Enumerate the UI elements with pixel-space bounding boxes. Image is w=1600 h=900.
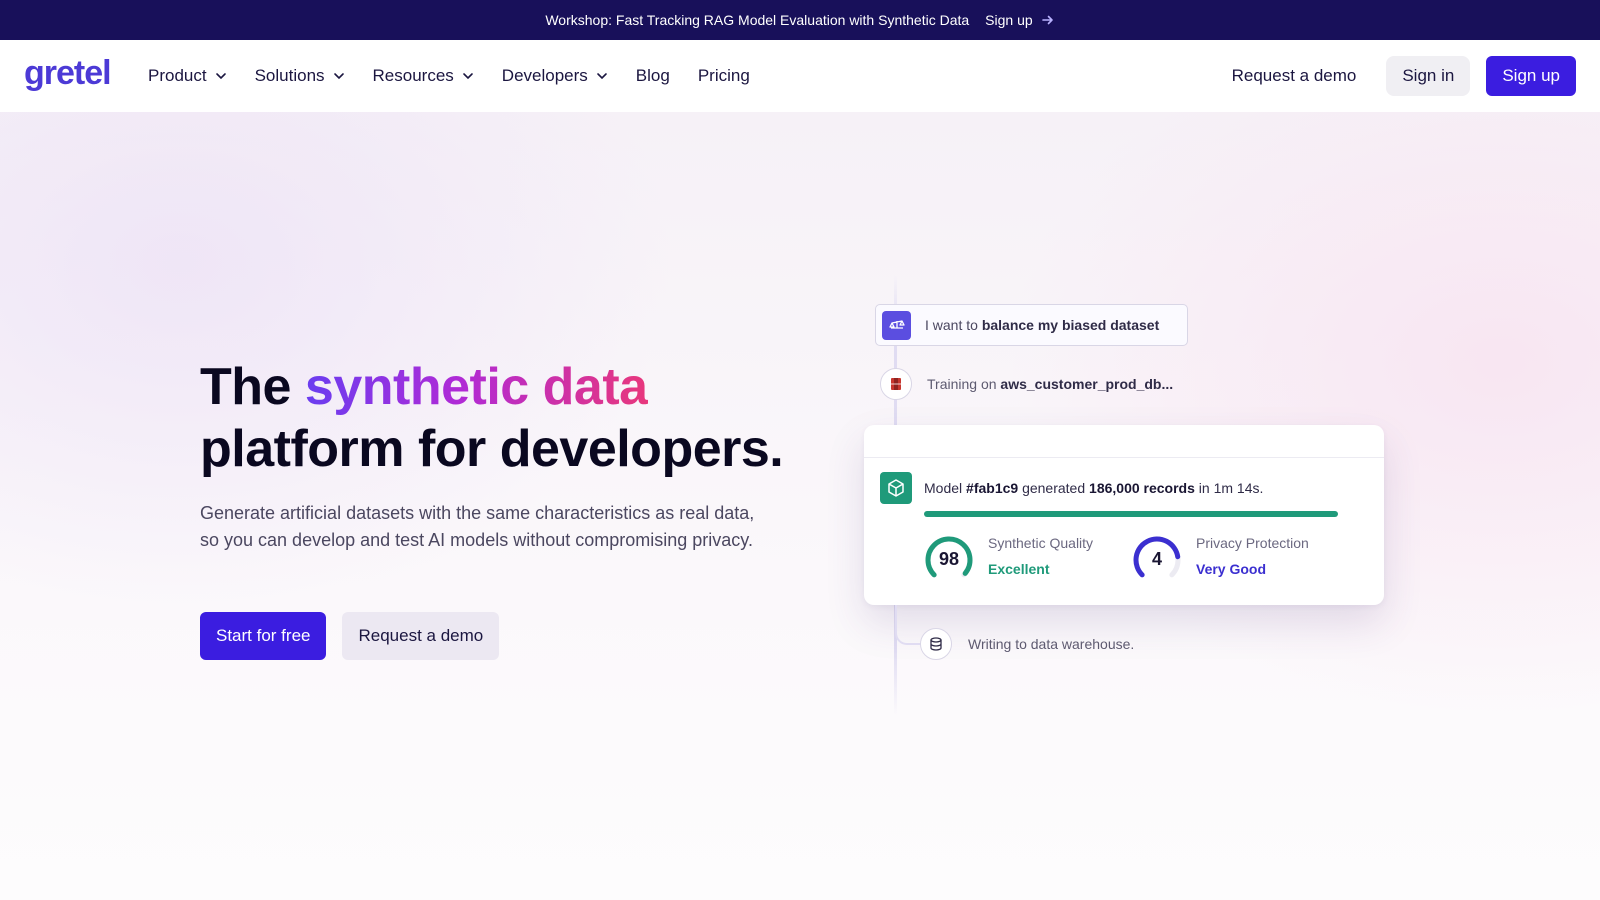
records-count: 186,000 records: [1089, 480, 1195, 496]
metric-privacy-protection: 4 Privacy Protection Very Good: [1132, 535, 1309, 585]
card-divider: [864, 457, 1384, 458]
card-headline: Model #fab1c9 generated 186,000 records …: [924, 480, 1263, 496]
nav-item-resources[interactable]: Resources: [359, 40, 488, 112]
hero-title-prefix: The: [200, 358, 305, 416]
hero-title: The synthetic data platform for develope…: [200, 356, 800, 480]
training-bold: aws_customer_prod_db...: [1000, 376, 1174, 392]
quality-score: 98: [938, 549, 960, 569]
training-step: Training on aws_customer_prod_db...: [880, 368, 1173, 400]
nav-actions: Request a demo Sign in Sign up: [1218, 56, 1576, 96]
task-bold: balance my biased dataset: [981, 317, 1160, 333]
nav-item-label: Pricing: [697, 66, 750, 85]
start-for-free-button[interactable]: Start for free: [200, 612, 327, 660]
nav-item-label: Product: [148, 66, 207, 85]
hero-title-suffix: platform for developers.: [200, 420, 784, 478]
chevron-down-icon: [596, 73, 607, 80]
writing-step: Writing to data warehouse.: [920, 628, 1134, 660]
request-demo-button[interactable]: Request a demo: [1218, 56, 1371, 96]
announcement-bar: Workshop: Fast Tracking RAG Model Evalua…: [0, 0, 1600, 40]
model-prefix: Model: [924, 480, 967, 496]
main-navbar: gretel Product Solutions Resources Devel…: [0, 40, 1600, 112]
metric-synthetic-quality: 98 Synthetic Quality Excellent: [924, 535, 1093, 585]
quality-gauge: 98: [924, 535, 974, 585]
chevron-down-icon: [462, 73, 473, 80]
privacy-status: Very Good: [1196, 561, 1267, 577]
arrow-right-icon: [1041, 15, 1053, 25]
nav-item-label: Resources: [372, 66, 454, 85]
timeline-branch: [895, 605, 923, 645]
generated-text: generated: [1018, 480, 1090, 496]
nav-item-developers[interactable]: Developers: [488, 40, 622, 112]
task-text: I want to balance my biased dataset: [925, 317, 1159, 333]
model-id: #fab1c9: [966, 480, 1019, 496]
announcement-text: Workshop: Fast Tracking RAG Model Evalua…: [545, 12, 970, 28]
hero-ctas: Start for free Request a demo: [200, 612, 500, 660]
nav-item-label: Blog: [635, 66, 670, 85]
training-prefix: Training on: [927, 376, 1001, 392]
generation-progress-bar: [924, 511, 1338, 517]
database-icon: [920, 628, 952, 660]
nav-item-blog[interactable]: Blog: [622, 40, 684, 112]
hero-request-demo-button[interactable]: Request a demo: [342, 612, 500, 660]
training-text: Training on aws_customer_prod_db...: [927, 376, 1173, 392]
privacy-gauge: 4: [1132, 535, 1182, 585]
nav-links: Product Solutions Resources Developers B…: [134, 40, 764, 112]
announcement-signup-label: Sign up: [985, 12, 1033, 28]
balance-scale-icon: [882, 310, 911, 340]
time-text: in 1m 14s.: [1194, 480, 1264, 496]
privacy-label: Privacy Protection: [1196, 535, 1309, 551]
hero-title-highlight: synthetic data: [304, 358, 648, 416]
task-pill: I want to balance my biased dataset: [875, 304, 1188, 346]
nav-item-product[interactable]: Product: [134, 40, 241, 112]
sign-in-button[interactable]: Sign in: [1386, 56, 1471, 96]
nav-item-label: Developers: [501, 66, 588, 85]
nav-item-label: Solutions: [254, 66, 325, 85]
nav-item-solutions[interactable]: Solutions: [241, 40, 359, 112]
quality-status: Excellent: [988, 561, 1050, 577]
task-prefix: I want to: [925, 317, 982, 333]
model-result-card: Model #fab1c9 generated 186,000 records …: [864, 425, 1384, 605]
nav-item-pricing[interactable]: Pricing: [684, 40, 764, 112]
cube-icon: [880, 472, 912, 504]
sign-up-button[interactable]: Sign up: [1486, 56, 1576, 96]
gretel-logo[interactable]: gretel: [24, 54, 112, 93]
announcement-signup-link[interactable]: Sign up: [985, 12, 1054, 28]
quality-label: Synthetic Quality: [988, 535, 1094, 551]
chevron-down-icon: [215, 73, 226, 80]
aws-database-icon: [880, 368, 912, 400]
hero-subtitle: Generate artificial datasets with the sa…: [200, 503, 755, 550]
privacy-score: 4: [1151, 549, 1162, 569]
writing-text: Writing to data warehouse.: [968, 636, 1135, 652]
chevron-down-icon: [333, 73, 344, 80]
